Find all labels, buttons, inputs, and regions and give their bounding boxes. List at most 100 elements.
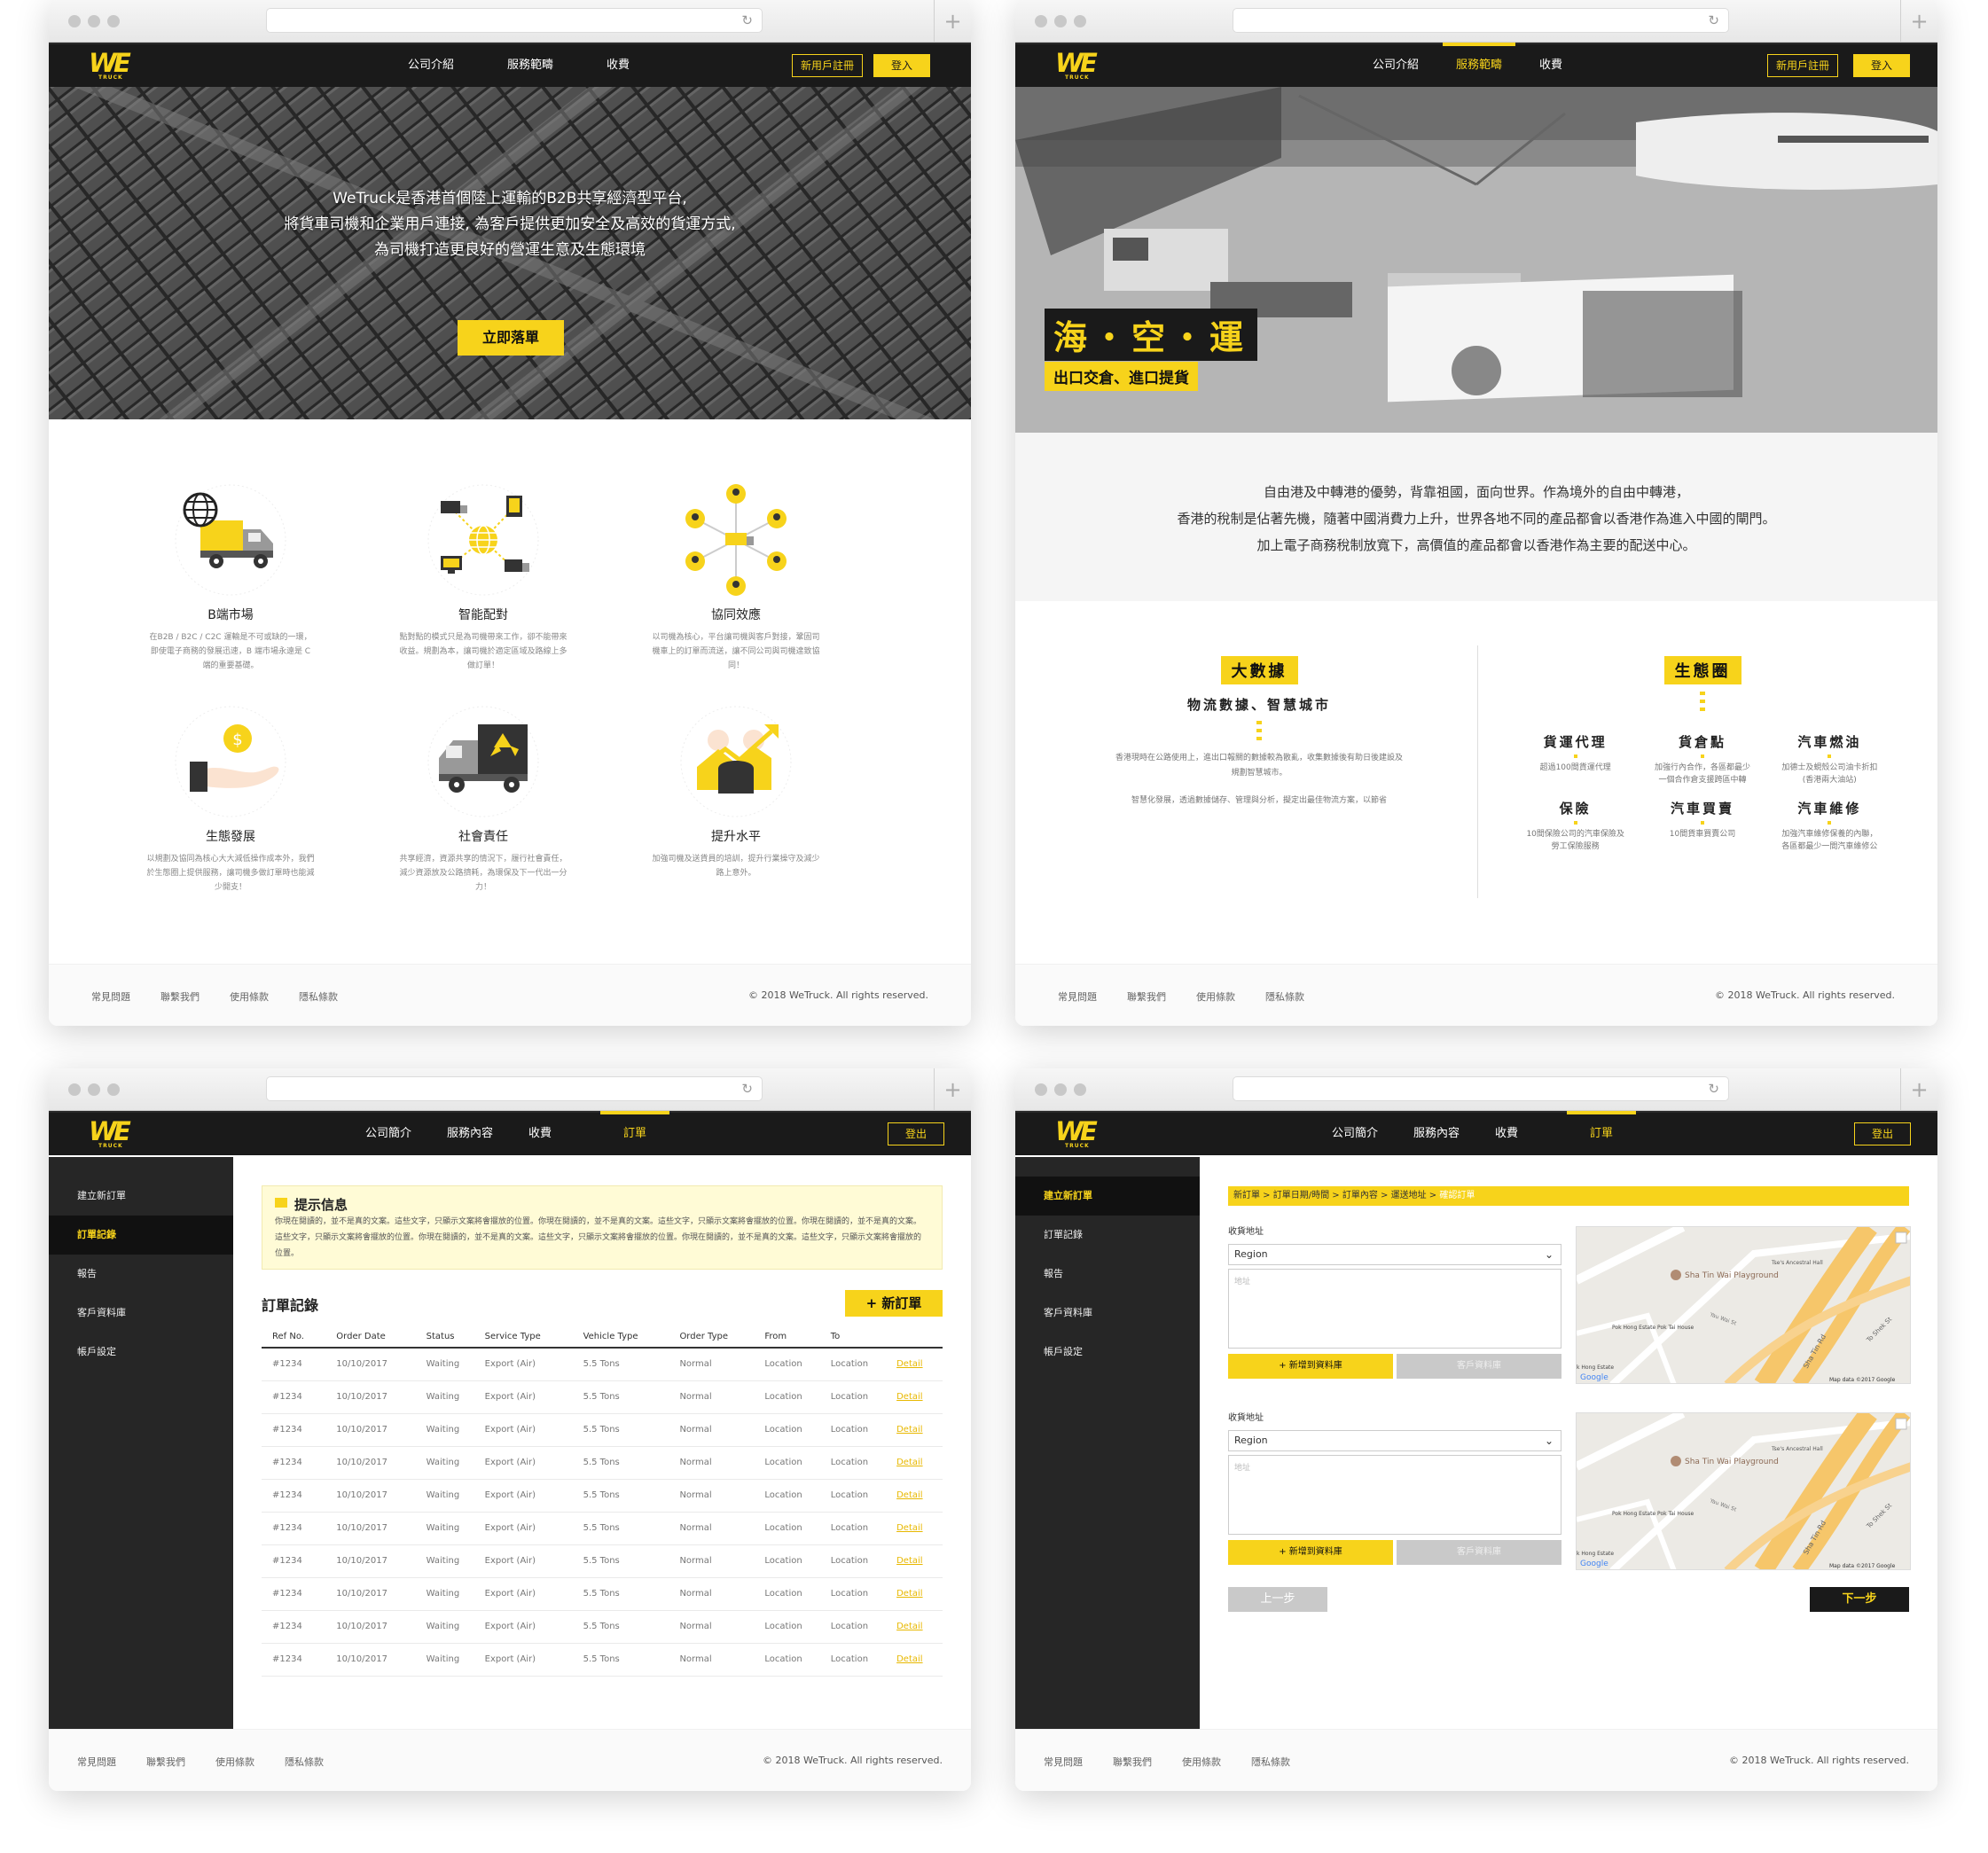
new-tab-button[interactable]: + — [1900, 0, 1937, 43]
footer-privacy-link[interactable]: 隱私條款 — [299, 989, 338, 1004]
detail-link[interactable]: Detail — [896, 1413, 943, 1447]
sidebar-item-new-order[interactable]: 建立新訂單 — [49, 1177, 233, 1216]
detail-link[interactable]: Detail — [896, 1446, 943, 1480]
nav-pricing[interactable]: 收費 — [1482, 1113, 1531, 1157]
footer-privacy-link[interactable]: 隱私條款 — [285, 1755, 324, 1769]
add-to-db-button[interactable]: + 新增到資料庫 — [1228, 1540, 1393, 1565]
logout-button[interactable]: 登出 — [888, 1122, 944, 1145]
reload-icon[interactable]: ↻ — [1708, 12, 1719, 28]
address-textarea[interactable]: 地址 — [1228, 1455, 1561, 1535]
minimize-window-button[interactable] — [88, 1083, 100, 1096]
close-window-button[interactable] — [1035, 15, 1047, 27]
footer-contact-link[interactable]: 聯繫我們 — [1127, 989, 1166, 1004]
reload-icon[interactable]: ↻ — [741, 1081, 753, 1097]
address-bar[interactable]: ↻ — [266, 1076, 763, 1101]
footer-contact-link[interactable]: 聯繫我們 — [160, 989, 200, 1004]
breadcrumb-step[interactable]: 訂單內容 — [1342, 1191, 1378, 1200]
sidebar-item-new-order[interactable]: 建立新訂單 — [1015, 1177, 1200, 1216]
detail-link[interactable]: Detail — [896, 1380, 943, 1414]
nav-orders[interactable]: 訂單 — [600, 1111, 670, 1157]
next-step-button[interactable]: 下一步 — [1810, 1587, 1909, 1612]
detail-link[interactable]: Detail — [896, 1577, 943, 1611]
zoom-window-button[interactable] — [107, 1083, 120, 1096]
close-window-button[interactable] — [68, 1083, 81, 1096]
address-textarea[interactable]: 地址 — [1228, 1269, 1561, 1349]
nav-services[interactable]: 服務內容 — [1400, 1113, 1473, 1157]
sidebar-item-reports[interactable]: 報告 — [1015, 1255, 1200, 1294]
add-to-db-button[interactable]: + 新增到資料庫 — [1228, 1354, 1393, 1379]
nav-services[interactable]: 服務範疇 — [1443, 43, 1516, 89]
wetruck-logo[interactable]: WE TRUCK — [89, 1118, 135, 1152]
breadcrumb-step[interactable]: 運送地址 — [1391, 1191, 1427, 1200]
footer-terms-link[interactable]: 使用條款 — [215, 1755, 254, 1769]
detail-link[interactable]: Detail — [896, 1643, 943, 1677]
login-button[interactable]: 登入 — [873, 54, 930, 77]
nav-pricing[interactable]: 收費 — [515, 1113, 565, 1157]
address-bar[interactable]: ↻ — [1233, 1076, 1729, 1101]
client-db-button[interactable]: 客戶資料庫 — [1397, 1540, 1561, 1565]
breadcrumb-step[interactable]: 新訂單 — [1233, 1191, 1260, 1200]
nav-pricing[interactable]: 收費 — [1526, 44, 1576, 89]
close-window-button[interactable] — [68, 15, 81, 27]
footer-faq-link[interactable]: 常見問題 — [77, 1755, 116, 1769]
footer-privacy-link[interactable]: 隱私條款 — [1265, 989, 1304, 1004]
nav-orders[interactable]: 訂單 — [1567, 1111, 1637, 1157]
zoom-window-button[interactable] — [1074, 1083, 1086, 1096]
sidebar-item-account[interactable]: 帳戶設定 — [1015, 1333, 1200, 1372]
register-button[interactable]: 新用戶註冊 — [792, 54, 863, 77]
reload-icon[interactable]: ↻ — [1708, 1081, 1719, 1097]
nav-services[interactable]: 服務範疇 — [494, 44, 567, 89]
nav-about[interactable]: 公司簡介 — [352, 1113, 425, 1157]
map-2[interactable]: Sha Tin Wai Playground Tse's Ancestral H… — [1576, 1412, 1911, 1570]
register-button[interactable]: 新用戶註冊 — [1767, 54, 1838, 77]
prev-step-button[interactable]: 上一步 — [1228, 1587, 1327, 1612]
footer-privacy-link[interactable]: 隱私條款 — [1251, 1755, 1290, 1769]
sidebar-item-reports[interactable]: 報告 — [49, 1255, 233, 1294]
detail-link[interactable]: Detail — [896, 1348, 943, 1381]
minimize-window-button[interactable] — [88, 15, 100, 27]
address-bar[interactable]: ↻ — [1233, 8, 1729, 33]
sidebar-item-order-records[interactable]: 訂單記錄 — [1015, 1216, 1200, 1255]
new-tab-button[interactable]: + — [1900, 1068, 1937, 1111]
footer-terms-link[interactable]: 使用條款 — [1182, 1755, 1221, 1769]
minimize-window-button[interactable] — [1054, 15, 1067, 27]
nav-pricing[interactable]: 收費 — [593, 44, 643, 89]
footer-contact-link[interactable]: 聯繫我們 — [1113, 1755, 1152, 1769]
zoom-window-button[interactable] — [1074, 15, 1086, 27]
sidebar-item-clients[interactable]: 客戶資料庫 — [1015, 1294, 1200, 1333]
logout-button[interactable]: 登出 — [1854, 1122, 1911, 1145]
map-1[interactable]: Sha Tin Wai Playground Tse's Ancestral H… — [1576, 1226, 1911, 1384]
new-tab-button[interactable]: + — [934, 1068, 971, 1111]
close-window-button[interactable] — [1035, 1083, 1047, 1096]
footer-contact-link[interactable]: 聯繫我們 — [146, 1755, 185, 1769]
order-now-button[interactable]: 立即落單 — [458, 320, 564, 356]
zoom-window-button[interactable] — [107, 15, 120, 27]
wetruck-logo[interactable]: WE TRUCK — [1055, 50, 1101, 83]
sidebar-item-clients[interactable]: 客戶資料庫 — [49, 1294, 233, 1333]
footer-terms-link[interactable]: 使用條款 — [1196, 989, 1235, 1004]
footer-faq-link[interactable]: 常見問題 — [91, 989, 130, 1004]
login-button[interactable]: 登入 — [1853, 54, 1910, 77]
region-select[interactable]: Region ⌄ — [1228, 1244, 1561, 1265]
nav-about[interactable]: 公司簡介 — [1319, 1113, 1391, 1157]
minimize-window-button[interactable] — [1054, 1083, 1067, 1096]
nav-about[interactable]: 公司介紹 — [395, 44, 467, 89]
footer-terms-link[interactable]: 使用條款 — [230, 989, 269, 1004]
wetruck-logo[interactable]: WE TRUCK — [1055, 1118, 1101, 1152]
detail-link[interactable]: Detail — [896, 1512, 943, 1545]
detail-link[interactable]: Detail — [896, 1544, 943, 1578]
detail-link[interactable]: Detail — [896, 1479, 943, 1513]
wetruck-logo[interactable]: WE TRUCK — [89, 50, 135, 83]
new-order-button[interactable]: + 新訂單 — [845, 1290, 943, 1317]
client-db-button[interactable]: 客戶資料庫 — [1397, 1354, 1561, 1379]
footer-faq-link[interactable]: 常見問題 — [1058, 989, 1097, 1004]
reload-icon[interactable]: ↻ — [741, 12, 753, 28]
footer-faq-link[interactable]: 常見問題 — [1044, 1755, 1083, 1769]
sidebar-item-order-records[interactable]: 訂單記錄 — [49, 1216, 233, 1255]
nav-about[interactable]: 公司介紹 — [1359, 44, 1432, 89]
address-bar[interactable]: ↻ — [266, 8, 763, 33]
detail-link[interactable]: Detail — [896, 1610, 943, 1644]
new-tab-button[interactable]: + — [934, 0, 971, 43]
nav-services[interactable]: 服務內容 — [434, 1113, 506, 1157]
region-select[interactable]: Region ⌄ — [1228, 1430, 1561, 1451]
